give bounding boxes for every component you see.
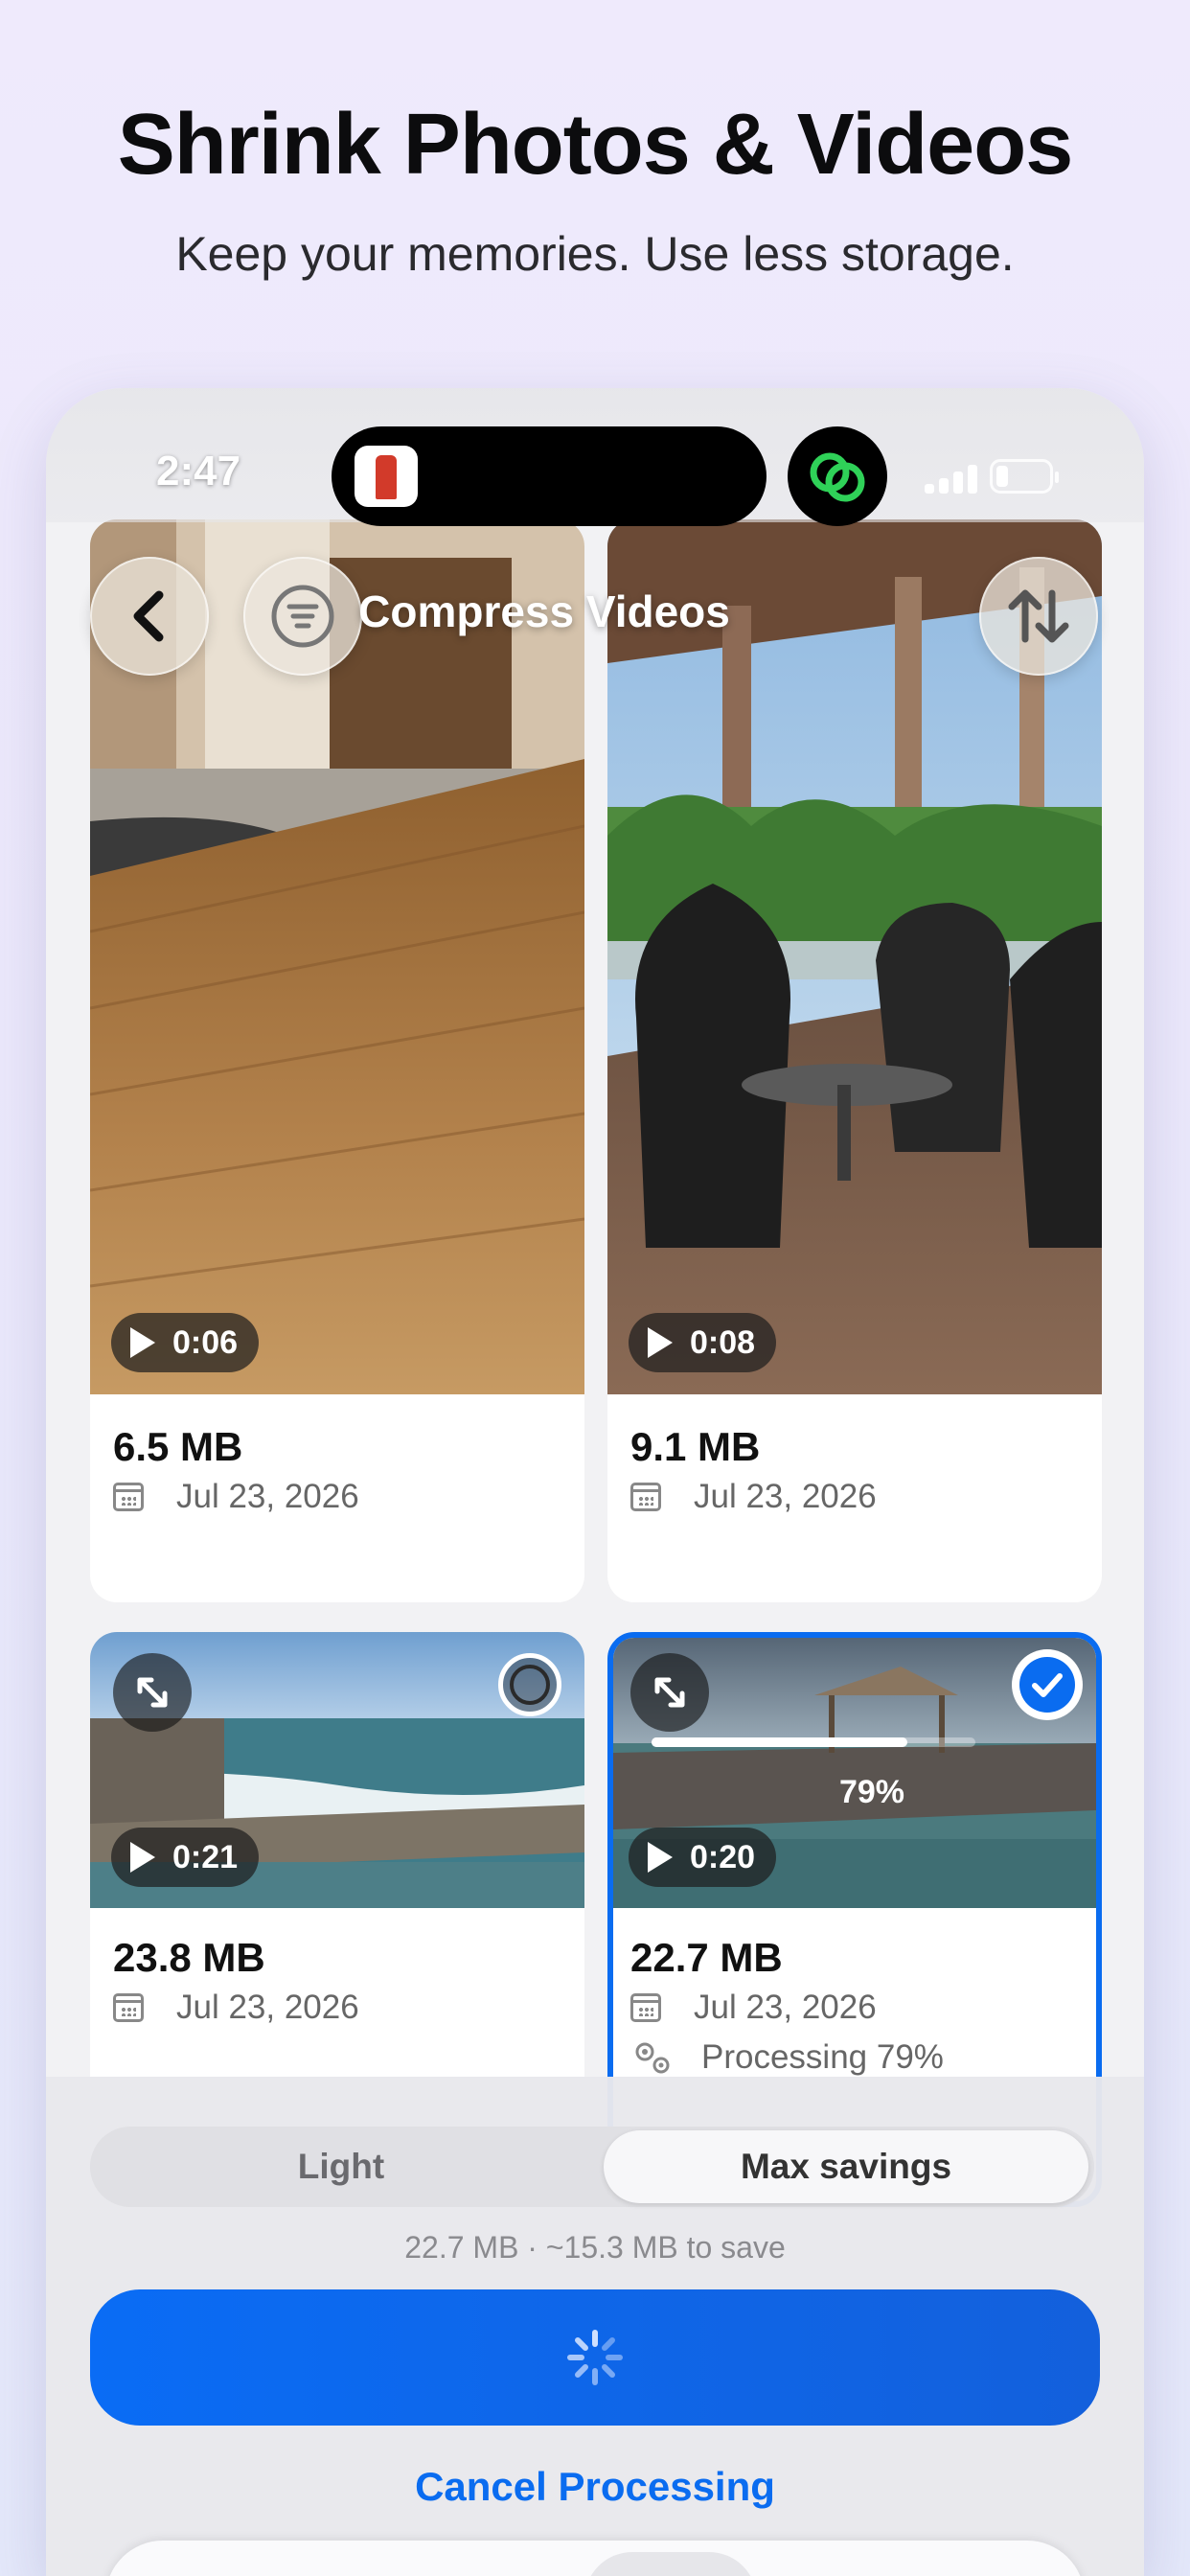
battery-icon	[990, 459, 1059, 494]
duration-badge-2: 0:08	[629, 1313, 777, 1372]
date-row-1: Jul 23, 2026	[113, 1478, 359, 1516]
date-label-4: Jul 23, 2026	[694, 1989, 877, 2026]
duration-badge-3: 0:21	[111, 1828, 260, 1887]
subheadline-text: Keep your memories. Use less storage.	[175, 227, 1015, 281]
selected-check[interactable]	[1016, 1653, 1079, 1716]
duration-badge-4: 0:20	[629, 1828, 777, 1887]
file-size-3: 23.8 MB	[113, 1935, 265, 1980]
file-size-4: 22.7 MB	[630, 1935, 783, 1980]
status-row-4: Processing 79%	[630, 2038, 944, 2077]
phone-frame: 0:06 6.5 MB Jul 23, 2026 0:08 9.1 MB Jul…	[46, 388, 1144, 2576]
sync-badge	[788, 426, 887, 526]
calendar-icon	[630, 1993, 661, 2022]
tab-selected[interactable]	[584, 2552, 757, 2576]
sort-button[interactable]	[979, 557, 1098, 676]
expand-button-4[interactable]	[630, 1653, 709, 1732]
gears-icon	[635, 2042, 670, 2074]
chevron-left-icon	[133, 590, 164, 642]
duration-label-4: 0:20	[690, 1838, 756, 1875]
page-title: Compress Videos	[358, 586, 730, 636]
calendar-icon	[113, 1993, 144, 2022]
play-icon	[130, 1327, 155, 1358]
duration-label-3: 0:21	[172, 1838, 239, 1875]
file-size-2: 9.1 MB	[630, 1424, 761, 1469]
dynamic-island	[332, 426, 767, 526]
expand-icon	[137, 1677, 168, 1708]
expand-button-3[interactable]	[113, 1653, 192, 1732]
date-label-3: Jul 23, 2026	[176, 1989, 359, 2026]
play-icon	[648, 1327, 673, 1358]
progress-fill	[652, 1737, 908, 1747]
status-time: 2:47	[156, 448, 241, 494]
spinner-icon	[567, 2330, 623, 2385]
expand-icon	[654, 1677, 685, 1708]
option-max-savings[interactable]: Max savings	[604, 2130, 1088, 2203]
select-toggle-3[interactable]	[498, 1653, 561, 1716]
headline-text: Shrink Photos & Videos	[117, 97, 1074, 193]
checkmark-icon	[1032, 1673, 1063, 1697]
duration-label-1: 0:06	[172, 1323, 239, 1361]
duration-label-2: 0:08	[690, 1323, 756, 1361]
sort-arrows-icon	[1008, 589, 1069, 643]
back-button[interactable]	[90, 557, 209, 676]
progress-track	[652, 1737, 975, 1747]
processing-status: Processing 79%	[701, 2038, 944, 2076]
ui-root: 0:06 6.5 MB Jul 23, 2026 0:08 9.1 MB Jul…	[0, 0, 1190, 2576]
duration-badge-1: 0:06	[111, 1313, 260, 1372]
option-light[interactable]: Light	[90, 2127, 592, 2207]
date-row-3: Jul 23, 2026	[113, 1989, 359, 2027]
date-row-4: Jul 23, 2026	[630, 1989, 877, 2027]
date-label-1: Jul 23, 2026	[176, 1478, 359, 1515]
signal-icon	[925, 463, 982, 494]
calendar-icon	[630, 1483, 661, 1511]
calendar-icon	[113, 1483, 144, 1511]
compression-level-control[interactable]: Light Max savings	[90, 2127, 1094, 2207]
link-icon	[810, 452, 865, 502]
date-label-2: Jul 23, 2026	[694, 1478, 877, 1515]
file-size-1: 6.5 MB	[113, 1424, 243, 1469]
app-thumbnail-icon	[355, 446, 418, 507]
filter-button[interactable]	[243, 557, 362, 676]
progress-percent: 79%	[838, 1774, 905, 1810]
compression-panel: Light Max savings 22.7 MB · ~15.3 MB to …	[46, 2077, 1144, 2576]
tab-bar	[105, 2541, 1085, 2576]
play-icon	[648, 1842, 673, 1873]
video-card-2[interactable]: 0:08 9.1 MB Jul 23, 2026	[607, 519, 1102, 1602]
savings-summary: 22.7 MB · ~15.3 MB to save	[404, 2230, 786, 2265]
filter-icon	[271, 585, 334, 648]
compress-button[interactable]	[90, 2289, 1100, 2426]
cancel-processing-button[interactable]: Cancel Processing	[46, 2464, 1144, 2510]
play-icon	[130, 1842, 155, 1873]
date-row-2: Jul 23, 2026	[630, 1478, 877, 1516]
video-card-1[interactable]: 0:06 6.5 MB Jul 23, 2026	[90, 519, 584, 1602]
